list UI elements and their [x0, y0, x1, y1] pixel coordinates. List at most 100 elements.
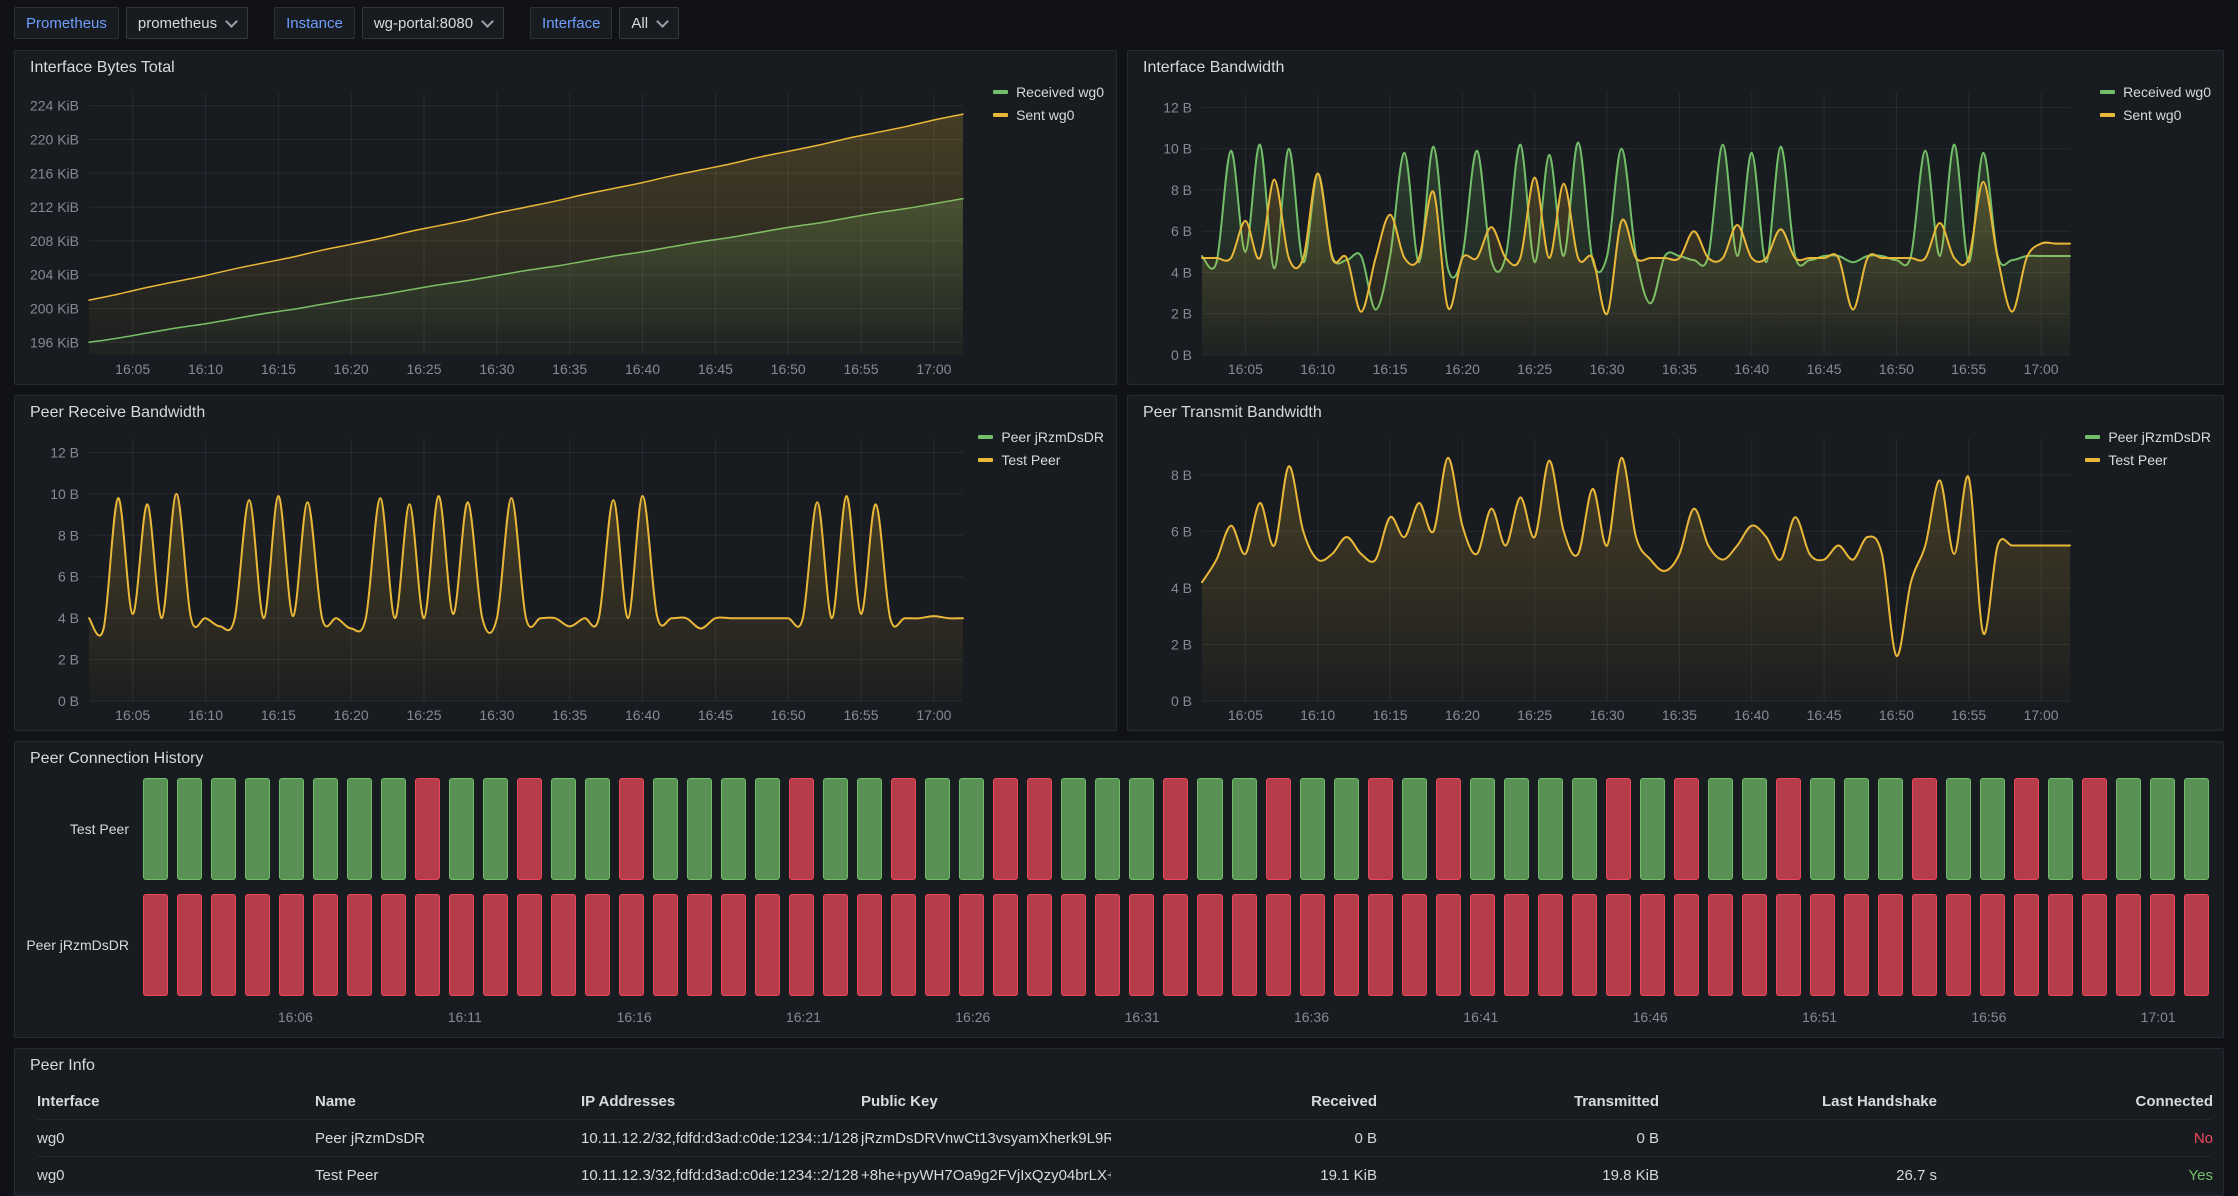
- state-bar-disconnected: [959, 894, 984, 996]
- x-axis-label: 17:00: [916, 361, 951, 377]
- legend-item[interactable]: Sent wg0: [993, 107, 1104, 123]
- table-row: wg0Test Peer10.11.12.3/32,fdfd:d3ad:c0de…: [37, 1156, 2211, 1193]
- legend-label: Test Peer: [1001, 452, 1060, 468]
- state-bar-disconnected: [1027, 778, 1052, 880]
- variable-dropdown-prometheus[interactable]: prometheus: [126, 7, 248, 39]
- state-bar-connected: [687, 778, 712, 880]
- x-axis-label: 16:05: [115, 707, 150, 723]
- cell-connected: Yes: [1949, 1167, 2225, 1184]
- variable-value: All: [631, 15, 648, 32]
- series-area-Sent wg0: [89, 114, 963, 355]
- state-bar-disconnected: [721, 894, 746, 996]
- x-axis-label: 16:30: [479, 707, 514, 723]
- legend-item[interactable]: Received wg0: [2100, 84, 2211, 100]
- x-axis-label: 16:51: [1802, 1009, 1837, 1025]
- variable-dropdown-instance[interactable]: wg-portal:8080: [362, 7, 504, 39]
- state-bar-connected: [347, 778, 372, 880]
- column-header-received[interactable]: Received: [1111, 1093, 1389, 1110]
- cell-connected: No: [1949, 1130, 2225, 1147]
- y-axis-label: 10 B: [1163, 141, 1192, 157]
- state-bar-disconnected: [551, 894, 576, 996]
- cell-name: Test Peer: [315, 1167, 581, 1184]
- state-bar-disconnected: [517, 894, 542, 996]
- legend-item[interactable]: Received wg0: [993, 84, 1104, 100]
- state-bar-disconnected: [1878, 894, 1903, 996]
- series-area-Test Peer: [1202, 458, 2070, 701]
- state-bar-disconnected: [415, 894, 440, 996]
- state-bar-disconnected: [1368, 778, 1393, 880]
- x-axis-label: 16:05: [1228, 361, 1263, 377]
- state-bar-connected: [1980, 778, 2005, 880]
- y-axis-label: 6 B: [1171, 523, 1192, 539]
- column-header-name[interactable]: Name: [315, 1093, 581, 1110]
- x-axis-label: 16:25: [406, 707, 441, 723]
- legend-item[interactable]: Test Peer: [2085, 452, 2211, 468]
- state-bar-disconnected: [1061, 894, 1086, 996]
- x-axis-label: 16:50: [1879, 707, 1914, 723]
- panel-peer-receive-bandwidth: Peer Receive Bandwidth 0 B2 B4 B6 B8 B10…: [14, 395, 1117, 731]
- legend-swatch: [2100, 113, 2115, 117]
- x-axis-label: 16:11: [448, 1009, 482, 1025]
- x-axis-label: 16:40: [625, 361, 660, 377]
- legend-item[interactable]: Peer jRzmDsDR: [978, 429, 1104, 445]
- state-bar-disconnected: [2048, 894, 2073, 996]
- y-axis-label: 212 KiB: [30, 199, 79, 215]
- column-header-transmitted[interactable]: Transmitted: [1389, 1093, 1671, 1110]
- x-axis-label: 16:15: [1373, 361, 1408, 377]
- state-bar-connected: [1742, 778, 1767, 880]
- panel-interface-bandwidth: Interface Bandwidth 0 B2 B4 B6 B8 B10 B1…: [1127, 50, 2224, 385]
- state-bar-disconnected: [1266, 778, 1291, 880]
- variable-interface: Interface All: [530, 7, 679, 39]
- legend-item[interactable]: Test Peer: [978, 452, 1104, 468]
- legend: Peer jRzmDsDR Test Peer: [978, 429, 1104, 468]
- state-bar-connected: [1197, 778, 1222, 880]
- legend-swatch: [2085, 458, 2100, 462]
- legend-label: Sent wg0: [2123, 107, 2181, 123]
- timeseries-chart[interactable]: 0 B2 B4 B6 B8 B10 B12 B16:0516:1016:1516…: [1134, 81, 2078, 381]
- state-bar-connected: [1878, 778, 1903, 880]
- legend-item[interactable]: Sent wg0: [2100, 107, 2211, 123]
- x-axis-label: 16:06: [278, 1009, 313, 1025]
- x-axis-label: 16:30: [1590, 361, 1625, 377]
- x-axis-label: 16:40: [1734, 361, 1769, 377]
- cell-ips: 10.11.12.2/32,fdfd:d3ad:c0de:1234::1/128: [581, 1130, 861, 1147]
- column-header-ips[interactable]: IP Addresses: [581, 1093, 861, 1110]
- panel-title[interactable]: Peer Info: [15, 1049, 2223, 1081]
- column-header-interface[interactable]: Interface: [37, 1093, 315, 1110]
- panel-peer-transmit-bandwidth: Peer Transmit Bandwidth 0 B2 B4 B6 B8 B1…: [1127, 395, 2224, 731]
- panel-title[interactable]: Interface Bandwidth: [1128, 51, 2223, 83]
- x-axis-label: 16:41: [1463, 1009, 1498, 1025]
- state-bar-disconnected: [1810, 894, 1835, 996]
- cell-last_handshake: 26.7 s: [1671, 1167, 1949, 1184]
- state-bar-connected: [143, 778, 168, 880]
- state-timeline-chart[interactable]: Test PeerPeer jRzmDsDR16:0616:1116:1616:…: [25, 774, 2209, 1033]
- x-axis-label: 16:25: [1517, 707, 1552, 723]
- column-header-public_key[interactable]: Public Key: [861, 1093, 1111, 1110]
- timeseries-chart[interactable]: 0 B2 B4 B6 B8 B16:0516:1016:1516:2016:25…: [1134, 426, 2078, 727]
- legend-label: Received wg0: [2123, 84, 2211, 100]
- x-axis-label: 16:35: [552, 361, 587, 377]
- panel-title[interactable]: Interface Bytes Total: [15, 51, 1116, 83]
- timeseries-chart[interactable]: 0 B2 B4 B6 B8 B10 B12 B16:0516:1016:1516…: [21, 426, 971, 727]
- state-bar-disconnected: [619, 778, 644, 880]
- x-axis-label: 16:05: [115, 361, 150, 377]
- panel-title[interactable]: Peer Connection History: [15, 742, 2223, 774]
- state-bar-disconnected: [2014, 778, 2039, 880]
- x-axis-label: 17:00: [2024, 707, 2059, 723]
- legend: Received wg0 Sent wg0: [993, 84, 1104, 123]
- state-bar-disconnected: [1470, 894, 1495, 996]
- timeseries-chart[interactable]: 196 KiB200 KiB204 KiB208 KiB212 KiB216 K…: [21, 81, 971, 381]
- legend-item[interactable]: Peer jRzmDsDR: [2085, 429, 2211, 445]
- column-header-last_handshake[interactable]: Last Handshake: [1671, 1093, 1949, 1110]
- state-bar-connected: [1844, 778, 1869, 880]
- x-axis-label: 16:15: [1373, 707, 1408, 723]
- state-bar-disconnected: [1129, 894, 1154, 996]
- variable-dropdown-interface[interactable]: All: [619, 7, 679, 39]
- panel-title[interactable]: Peer Transmit Bandwidth: [1128, 396, 2223, 428]
- column-header-connected[interactable]: Connected: [1949, 1093, 2225, 1110]
- state-bar-disconnected: [2014, 894, 2039, 996]
- x-axis-label: 17:00: [2024, 361, 2059, 377]
- variable-label-instance: Instance: [274, 7, 355, 39]
- panel-title[interactable]: Peer Receive Bandwidth: [15, 396, 1116, 428]
- variable-label-prometheus: Prometheus: [14, 7, 119, 39]
